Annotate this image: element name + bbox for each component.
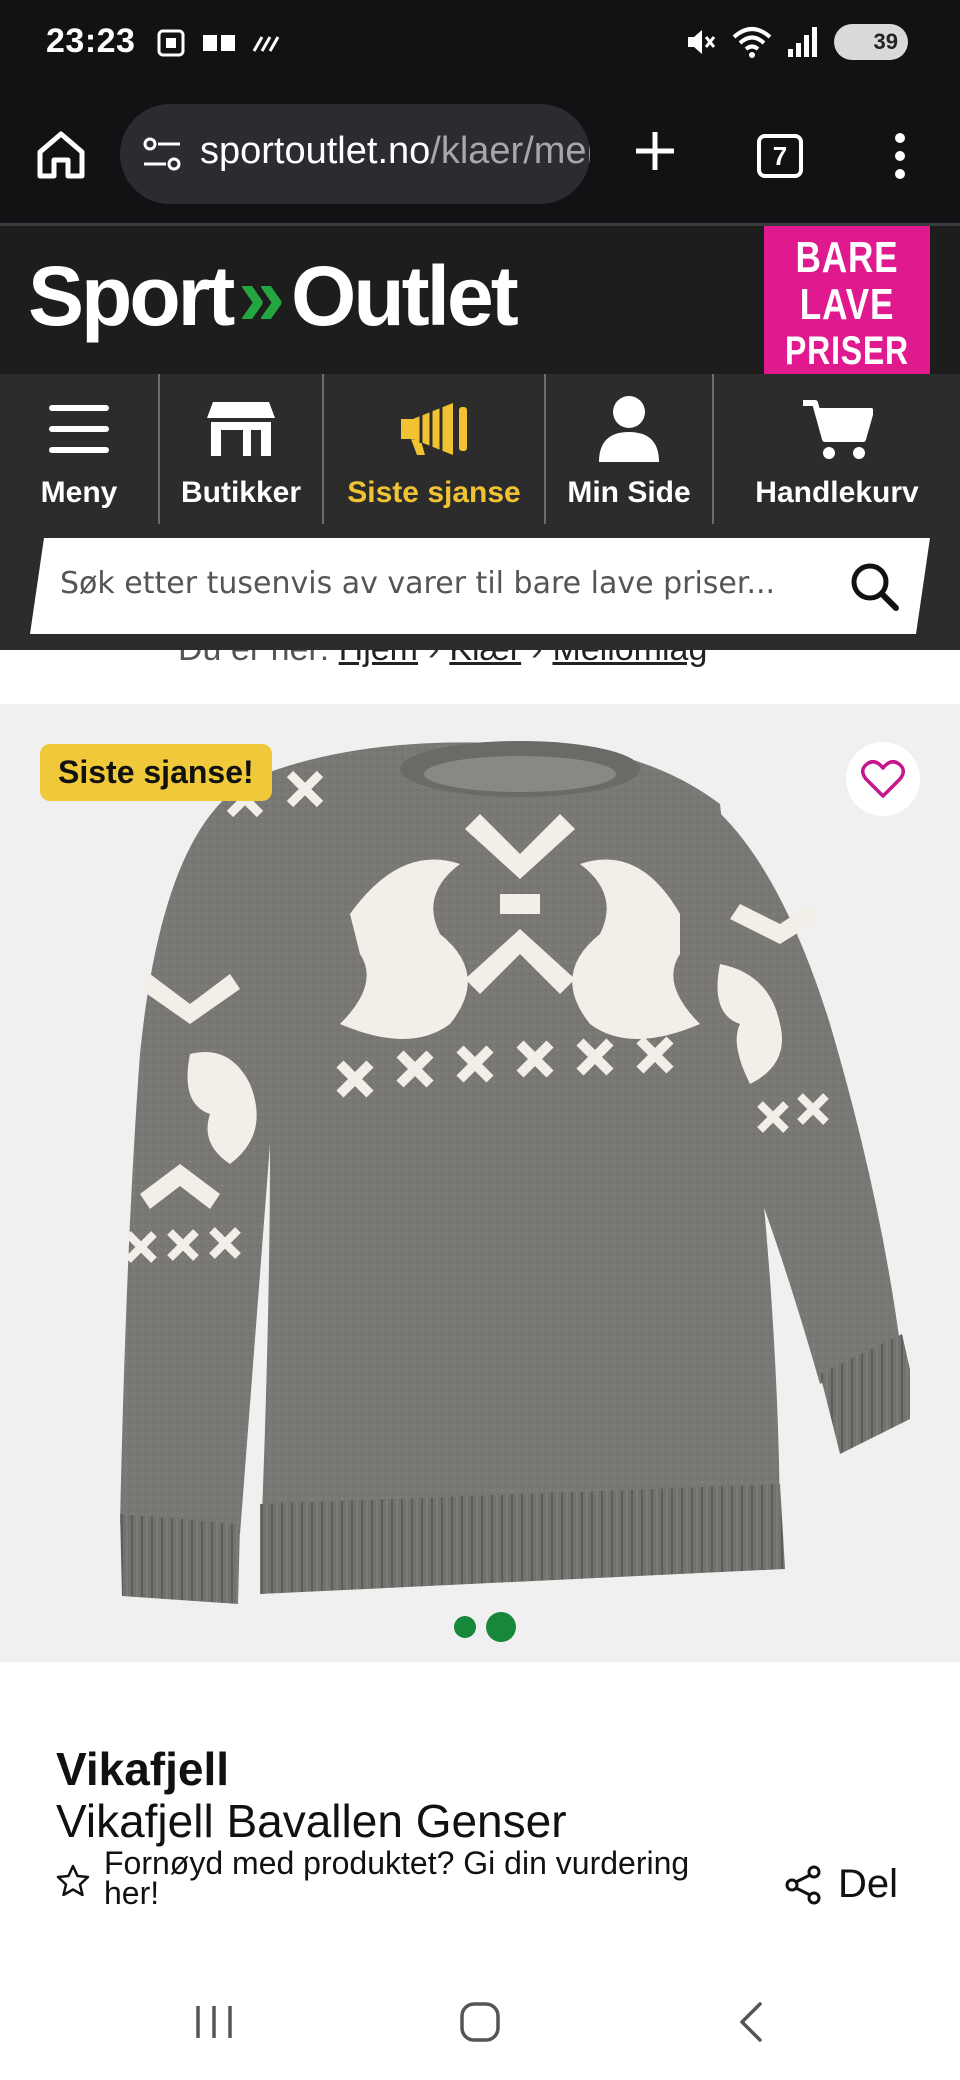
rating-prompt-text: Fornøyd med produktet? Gi din vurdering … xyxy=(104,1845,690,1911)
gallery-dot-1[interactable] xyxy=(454,1616,476,1638)
nav-item-menu[interactable]: Meny xyxy=(0,374,158,524)
nav-item-stores[interactable]: Butikker xyxy=(158,374,322,524)
megaphone-icon xyxy=(397,394,471,464)
home-icon[interactable] xyxy=(34,128,88,182)
logo-chevron: » xyxy=(238,249,285,343)
site-logo[interactable]: Sport» Outlet xyxy=(28,246,519,346)
status-time: 23:23 xyxy=(46,22,136,60)
screenshot-icon xyxy=(157,29,185,57)
address-bar[interactable]: sportoutlet.no/klaer/mellomlag xyxy=(120,104,590,204)
status-bar: 23:23 39 xyxy=(0,0,960,90)
url-path: /klaer/mellomlag xyxy=(430,130,590,172)
nav-label: Handlekurv xyxy=(755,476,919,509)
heart-icon xyxy=(861,760,905,798)
product-title: Vikafjell Bavallen Genser xyxy=(56,1795,567,1847)
store-icon xyxy=(205,394,277,464)
promo-line-1: BARE xyxy=(795,233,899,282)
reading-icon xyxy=(203,35,235,51)
product-brand[interactable]: Vikafjell xyxy=(56,1742,229,1796)
search-bar xyxy=(0,524,960,650)
site-settings-icon[interactable] xyxy=(142,136,182,172)
battery-indicator: 39 xyxy=(834,24,908,60)
share-icon xyxy=(785,1865,821,1904)
breadcrumb-separator: › xyxy=(428,650,439,668)
breadcrumb: Du er her: Hjem › Klær › Mellomlag xyxy=(0,650,960,704)
nav-item-my-page[interactable]: Min Side xyxy=(544,374,712,524)
promo-line-2: LAVE xyxy=(799,280,895,329)
search-icon[interactable] xyxy=(848,560,900,612)
site-header: Sport» Outlet BARE LAVE PRISER xyxy=(0,226,960,388)
breadcrumb-link-midlayer[interactable]: Mellomlag xyxy=(552,650,707,668)
last-chance-badge: Siste sjanse! xyxy=(40,744,272,801)
home-nav-icon[interactable] xyxy=(458,2000,502,2044)
nav-item-last-chance[interactable]: Siste sjanse xyxy=(322,374,544,524)
nav-label: Butikker xyxy=(180,476,302,509)
user-icon xyxy=(597,394,661,464)
recent-apps-icon[interactable] xyxy=(192,2000,236,2044)
android-navigation-bar xyxy=(0,1968,960,2080)
battery-level: 39 xyxy=(873,29,898,54)
nav-item-cart[interactable]: Handlekurv xyxy=(712,374,960,524)
more-options-icon[interactable] xyxy=(880,126,920,186)
cart-icon xyxy=(801,394,873,464)
status-system-icons: 39 xyxy=(684,24,908,60)
product-gallery[interactable]: Siste sjanse! xyxy=(0,704,960,1662)
tab-switcher-button[interactable]: 7 xyxy=(757,134,803,178)
back-icon[interactable] xyxy=(730,2000,774,2044)
new-tab-icon[interactable] xyxy=(630,126,680,176)
breadcrumb-inner: Du er her: Hjem › Klær › Mellomlag xyxy=(178,650,707,669)
breadcrumb-link-home[interactable]: Hjem xyxy=(339,650,418,668)
gallery-dots xyxy=(454,1612,516,1642)
data-icon xyxy=(252,36,280,52)
promo-line-3: PRISER xyxy=(785,329,909,373)
search-input[interactable] xyxy=(60,566,800,601)
gallery-dot-2[interactable] xyxy=(486,1612,516,1642)
page: 23:23 39 sportoutlet.no/klaer/mellomlag … xyxy=(0,0,960,2080)
breadcrumb-separator: › xyxy=(531,650,542,668)
share-label: Del xyxy=(838,1862,899,1906)
url-domain: sportoutlet.no xyxy=(200,130,431,172)
url-text: sportoutlet.no/klaer/mellomlag xyxy=(200,130,590,173)
logo-text-sport: Sport xyxy=(28,249,235,343)
product-image[interactable] xyxy=(120,724,910,1624)
share-button[interactable]: Del xyxy=(784,1862,898,1907)
search-box xyxy=(30,538,930,634)
mute-icon xyxy=(688,30,716,54)
browser-toolbar: sportoutlet.no/klaer/mellomlag 7 xyxy=(0,90,960,226)
hamburger-icon xyxy=(47,394,111,464)
breadcrumb-link-clothes[interactable]: Klær xyxy=(449,650,521,668)
nav-label: Meny xyxy=(40,476,118,509)
signal-icon xyxy=(788,27,817,57)
favorite-button[interactable] xyxy=(846,742,920,816)
nav-label: Siste sjanse xyxy=(347,476,521,509)
nav-label: Min Side xyxy=(567,476,691,509)
breadcrumb-prefix: Du er her: xyxy=(178,650,329,668)
main-nav: Meny Butikker Siste sjanse Min Side Hand… xyxy=(0,374,960,524)
logo-text-outlet: Outlet xyxy=(291,249,519,343)
status-notification-icons xyxy=(156,28,284,58)
wifi-icon xyxy=(732,27,772,58)
rating-prompt[interactable]: Fornøyd med produktet? Gi din vurdering … xyxy=(56,1845,736,1911)
promo-badge: BARE LAVE PRISER xyxy=(764,226,930,388)
star-icon xyxy=(56,1864,90,1896)
